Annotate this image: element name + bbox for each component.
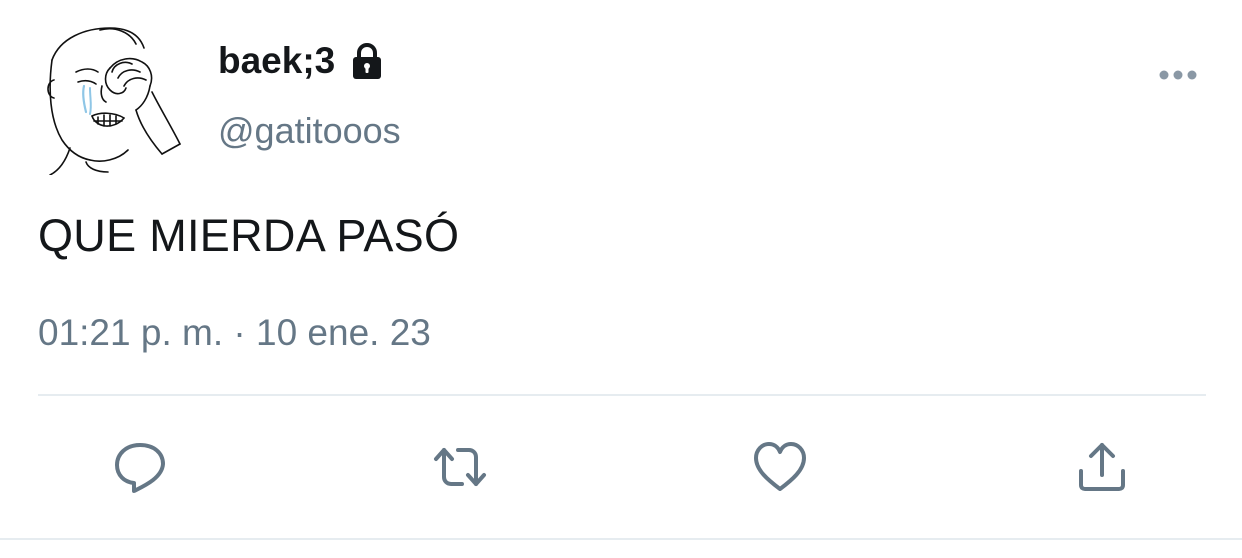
bottom-divider (0, 538, 1242, 540)
display-name-row[interactable]: baek;3 (218, 40, 387, 82)
tweet-timestamp[interactable]: 01:21 p. m. · 10 ene. 23 (38, 312, 431, 354)
display-name[interactable]: baek;3 (218, 40, 335, 82)
reply-button[interactable] (108, 435, 172, 499)
more-options-button[interactable] (1150, 58, 1206, 92)
retweet-arrows-icon (434, 448, 486, 486)
tweet-card: baek;3 @gatitooos QUE MIERDA PASÓ 01:21 … (0, 0, 1242, 558)
tweet-text: QUE MIERDA PASÓ (38, 210, 460, 261)
lock-icon (347, 41, 387, 81)
heart-icon (754, 442, 806, 491)
share-button[interactable] (1070, 435, 1134, 499)
user-handle[interactable]: @gatitooos (218, 110, 401, 152)
crying-wojak-avatar-icon (47, 27, 181, 176)
like-button[interactable] (748, 435, 812, 499)
retweet-button[interactable] (428, 435, 492, 499)
share-upload-icon (1079, 443, 1125, 491)
user-avatar[interactable] (40, 20, 190, 176)
speech-bubble-icon (115, 443, 165, 493)
more-dots-icon (1159, 70, 1197, 80)
divider (38, 394, 1206, 396)
